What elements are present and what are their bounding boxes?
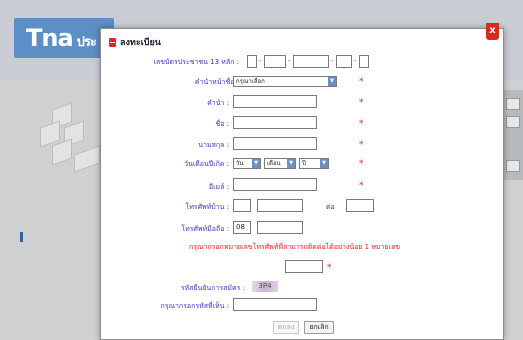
required-mark: * [359, 77, 364, 87]
name-label: คำนำ : [207, 99, 229, 107]
cancel-button[interactable]: ยกเลิก [304, 321, 334, 334]
birth-month-select[interactable]: เดือน ▼ [264, 158, 296, 169]
id-number-box-2[interactable] [264, 55, 286, 68]
home-phone-area-input[interactable] [233, 199, 251, 212]
email-field[interactable] [233, 178, 317, 191]
modal-title-bar: ลงทะเบียน [109, 35, 161, 49]
id-number-box-5[interactable] [359, 55, 369, 68]
email-label: อีเมล์ : [208, 183, 229, 191]
id-number-box-3[interactable] [293, 55, 329, 68]
chevron-down-icon: ▼ [328, 77, 336, 86]
close-button[interactable]: x [486, 23, 499, 40]
captcha-confirm-input[interactable] [233, 298, 317, 311]
id-number-box-4[interactable] [336, 55, 352, 68]
required-mark: * [359, 140, 364, 150]
last-name-label: นามสกุล : [198, 141, 229, 149]
home-phone-input[interactable] [257, 199, 303, 212]
chevron-down-icon: ▼ [252, 159, 260, 168]
required-mark: * [327, 263, 332, 273]
birth-day-value: วัน [236, 160, 244, 167]
registration-icon [109, 37, 116, 47]
background-logo-text: Tna [26, 24, 74, 52]
mobile-prefix-input[interactable]: 08 [233, 221, 251, 234]
required-mark: * [359, 181, 364, 191]
chevron-down-icon: ▼ [320, 159, 328, 168]
birth-year-value: ปี [302, 160, 306, 167]
mobile-phone-label: โทรศัพท์มือถือ : [181, 225, 229, 233]
birth-year-select[interactable]: ปี ▼ [299, 158, 329, 169]
first-name-input[interactable] [233, 116, 317, 129]
phone-warning-text: กรุณากรอกหมายเลขโทรศัพท์ที่สามารถติดต่อไ… [189, 243, 401, 251]
home-phone-label: โทรศัพท์บ้าน : [185, 203, 229, 211]
captcha-label: รหัสยืนยันการสมัคร : [180, 284, 245, 292]
submit-button[interactable]: ตกลง [273, 321, 299, 334]
chevron-down-icon: ▼ [287, 159, 295, 168]
id-dash: - [259, 57, 262, 65]
id-dash: - [331, 57, 334, 65]
first-name-label: ชื่อ : [215, 120, 229, 128]
background-logo: Tna ประ [26, 24, 97, 52]
registration-modal: ลงทะเบียน x เลขบัตรประชาชน 13 หลัก : - -… [100, 23, 504, 340]
mobile-phone-input[interactable] [257, 221, 303, 234]
captcha-entry-input[interactable] [285, 260, 323, 273]
id-number-label: เลขบัตรประชาชน 13 หลัก : [153, 58, 239, 66]
id-dash: - [354, 57, 357, 65]
background-right-panel [503, 90, 523, 180]
modal-title: ลงทะเบียน [120, 38, 161, 48]
id-dash: - [288, 57, 291, 65]
captcha-image: 3P4 [252, 281, 278, 292]
extension-label: ต่อ [326, 203, 335, 211]
last-name-input[interactable] [233, 137, 317, 150]
required-mark: * [359, 98, 364, 108]
background-illustration [34, 102, 100, 186]
id-number-box-1[interactable] [247, 55, 257, 68]
birth-day-select[interactable]: วัน ▼ [233, 158, 261, 169]
prefix-select[interactable]: กรุณาเลือก ▼ [233, 76, 337, 87]
background-logo-suffix: ประ [76, 35, 97, 50]
background-marker [20, 232, 23, 242]
prefix-select-value: กรุณาเลือก [236, 78, 265, 85]
birth-month-value: เดือน [267, 160, 281, 167]
required-mark: * [359, 159, 364, 169]
birthdate-label: วันเดือนปีเกิด : [184, 160, 229, 168]
name-input[interactable] [233, 95, 317, 108]
captcha-input-label: กรุณากรอกรหัสที่เห็น : [160, 302, 230, 310]
extension-input[interactable] [346, 199, 374, 212]
required-mark: * [359, 119, 364, 129]
